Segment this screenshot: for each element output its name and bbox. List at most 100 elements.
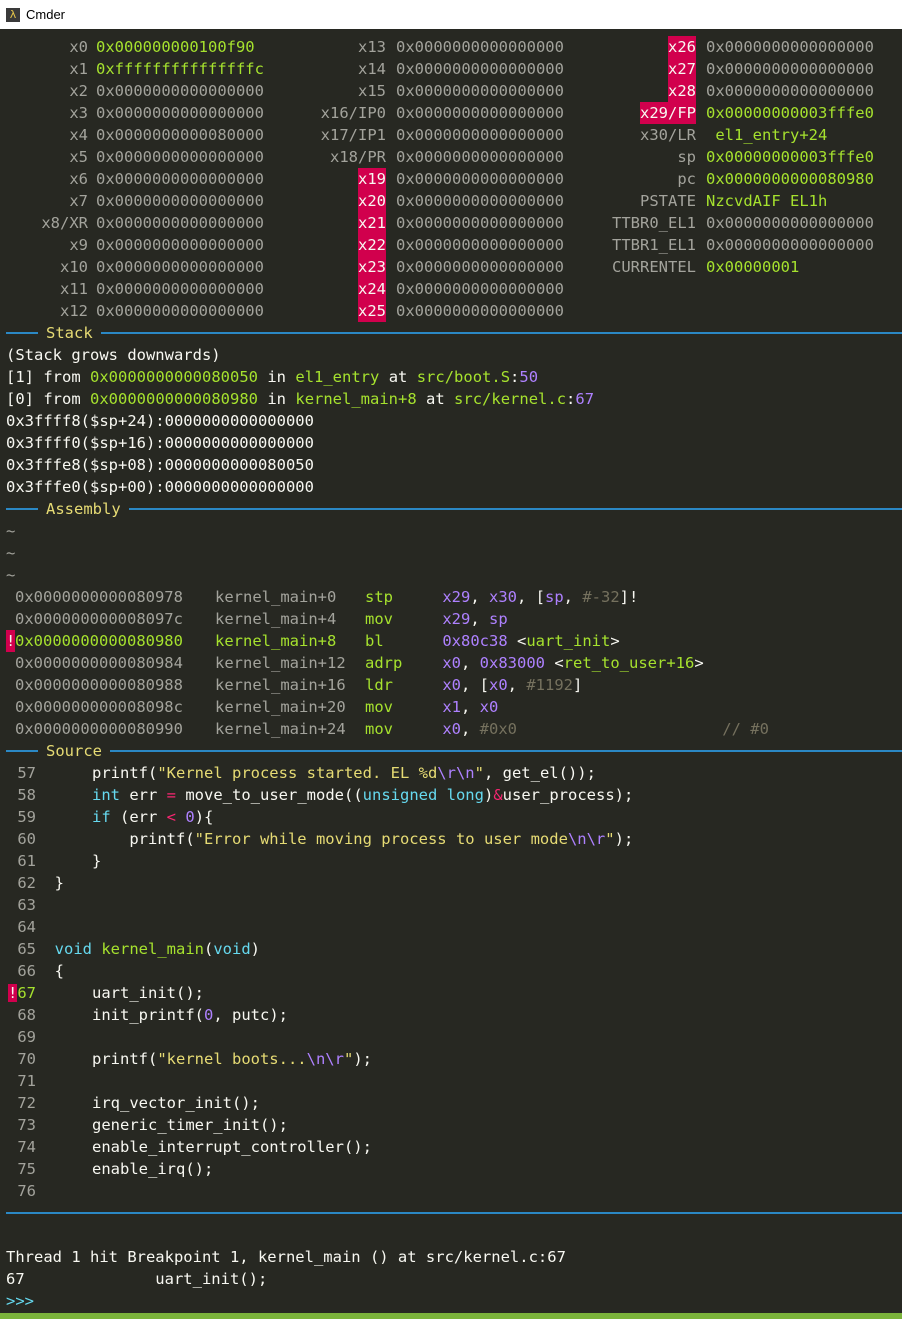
source-title: Source — [38, 740, 110, 762]
instruction-opcode: mov — [365, 610, 393, 628]
source-line: 72 irq_vector_init(); — [6, 1092, 260, 1114]
line-number: 73 — [17, 1116, 36, 1134]
register-value: 0x0000000000000000 — [706, 214, 874, 232]
register-value: 0x0000000000080000 — [96, 126, 264, 144]
source-line: 61 } — [6, 850, 101, 872]
register-name: x10 — [60, 258, 88, 276]
terminal[interactable]: x0 0x000000000100f90 x1 0xfffffffffffffffc x… — [0, 29, 902, 1313]
register-value: 0x0000000000000000 — [396, 258, 564, 276]
stack-memory-text: 0x3fffe0($sp+00):0000000000000000 — [6, 478, 314, 496]
line-number: 71 — [17, 1072, 36, 1090]
code-token: } — [54, 852, 102, 870]
register-name: x1 — [69, 60, 88, 78]
register-value: 0x0000000000000000 — [706, 236, 874, 254]
code-token: if — [92, 808, 111, 826]
source-line: 65 void kernel_main(void) — [6, 938, 260, 960]
line-number-text: 67 — [17, 984, 36, 1002]
window-titlebar: λ Cmder — [0, 0, 902, 29]
source-line: 58 int err = move_to_user_mode((unsigned… — [6, 784, 633, 806]
code-token: < — [166, 808, 177, 826]
tilde: ~ — [6, 522, 16, 540]
register-value: 0x0000000000000000 — [96, 258, 264, 276]
register-value: 0x00000000003fffe0 — [706, 104, 874, 122]
code-token: "Error while moving process to user mode — [194, 830, 568, 848]
source-line: 71 — [6, 1070, 55, 1092]
stack-memory-row: 0x3fffe0($sp+00):0000000000000000 — [6, 476, 314, 498]
operand-token: 0x83000 — [479, 654, 545, 672]
register-value: 0x0000000000000000 — [96, 192, 264, 210]
line-number: 75 — [17, 1160, 36, 1178]
stack-memory-text: 0x3ffff0($sp+16):0000000000000000 — [6, 434, 314, 452]
code-token: , get_el()); — [483, 764, 596, 782]
breakpoint-marker: ! — [6, 630, 16, 652]
operand-token: x29 — [405, 588, 471, 606]
register-name: x21 — [358, 212, 386, 234]
prompt-text: >>> — [6, 1292, 34, 1310]
code-token: generic_timer_init(); — [54, 1116, 288, 1134]
code-token: unsigned long — [362, 786, 484, 804]
source-line: 60 printf("Error while moving process to… — [6, 828, 633, 850]
stack-memory-row: 0x3ffff0($sp+16):0000000000000000 — [6, 432, 314, 454]
stack-separator — [6, 332, 902, 334]
source-line: 59 if (err < 0){ — [6, 806, 213, 828]
instruction-symbol: kernel_main+16 — [215, 676, 346, 694]
code-token: ) — [483, 786, 494, 804]
operand-token: x30 — [489, 588, 517, 606]
line-number: 57 — [17, 764, 36, 782]
register-name: x14 — [358, 60, 386, 78]
line-number: 72 — [17, 1094, 36, 1112]
console-line: 67 uart_init(); — [6, 1268, 267, 1290]
register-name: pc — [677, 170, 696, 188]
register-name: x29/FP — [640, 102, 696, 124]
register-value: 0x0000000000000000 — [396, 104, 564, 122]
code-token: move_to_user_mode(( — [176, 786, 363, 804]
register-value: 0x0000000000000000 — [396, 126, 564, 144]
register-name: x27 — [668, 58, 696, 80]
register-name: x6 — [69, 170, 88, 188]
source-line: 68 init_printf(0, putc); — [6, 1004, 288, 1026]
instruction-symbol: kernel_main+12 — [215, 654, 346, 672]
operand-token: #-32 — [582, 588, 620, 606]
source-line: 63 — [6, 894, 55, 916]
breakpoint-marker: ! — [7, 984, 18, 1002]
breakpoint-marker — [6, 586, 15, 608]
register-name: sp — [677, 148, 696, 166]
register-name: x15 — [358, 82, 386, 100]
code-token: enable_interrupt_controller(); — [54, 1138, 372, 1156]
register-value: 0x0000000000000000 — [396, 60, 564, 78]
tilde: ~ — [6, 566, 16, 584]
operand-token: ] — [573, 676, 583, 694]
code-token: printf( — [54, 1050, 158, 1068]
register-value: 0x0000000000000000 — [96, 104, 264, 122]
register-value: NzcvdAIF EL1h — [706, 192, 828, 210]
code-token: ); — [614, 830, 634, 848]
code-token: "Kernel process started. EL %d — [157, 764, 438, 782]
code-token: "kernel boots... — [157, 1050, 307, 1068]
line-number: 64 — [17, 918, 36, 936]
stack-memory-text: 0x3ffff8($sp+24):0000000000000000 — [6, 412, 314, 430]
operand-token: x0 — [489, 676, 508, 694]
operand-token: , — [470, 588, 489, 606]
register-value: 0x0000000000000000 — [96, 302, 264, 320]
operand-token: < — [545, 654, 564, 672]
code-token: (err — [110, 808, 167, 826]
operand-token: x0 — [405, 720, 461, 738]
source-line: 57 printf("Kernel process started. EL %d… — [6, 762, 596, 784]
code-token: 0 — [185, 808, 195, 826]
source-line: 69 — [6, 1026, 55, 1048]
instruction-symbol: kernel_main+24 — [215, 720, 346, 738]
operand-token: sp — [545, 588, 564, 606]
instruction-symbol: kernel_main+8 — [215, 632, 337, 650]
frame-line: 67 — [575, 390, 595, 408]
code-token: irq_vector_init(); — [54, 1094, 260, 1112]
source-breakpoint-line: !67 uart_init(); — [6, 982, 204, 1004]
stack-memory-row: 0x3fffe8($sp+08):0000000000080050 — [6, 454, 314, 476]
line-number: 62 — [17, 874, 36, 892]
code-token: \n\r — [306, 1050, 344, 1068]
code-token: \r\n — [437, 764, 475, 782]
operand-token: 0x80c38 — [405, 632, 508, 650]
